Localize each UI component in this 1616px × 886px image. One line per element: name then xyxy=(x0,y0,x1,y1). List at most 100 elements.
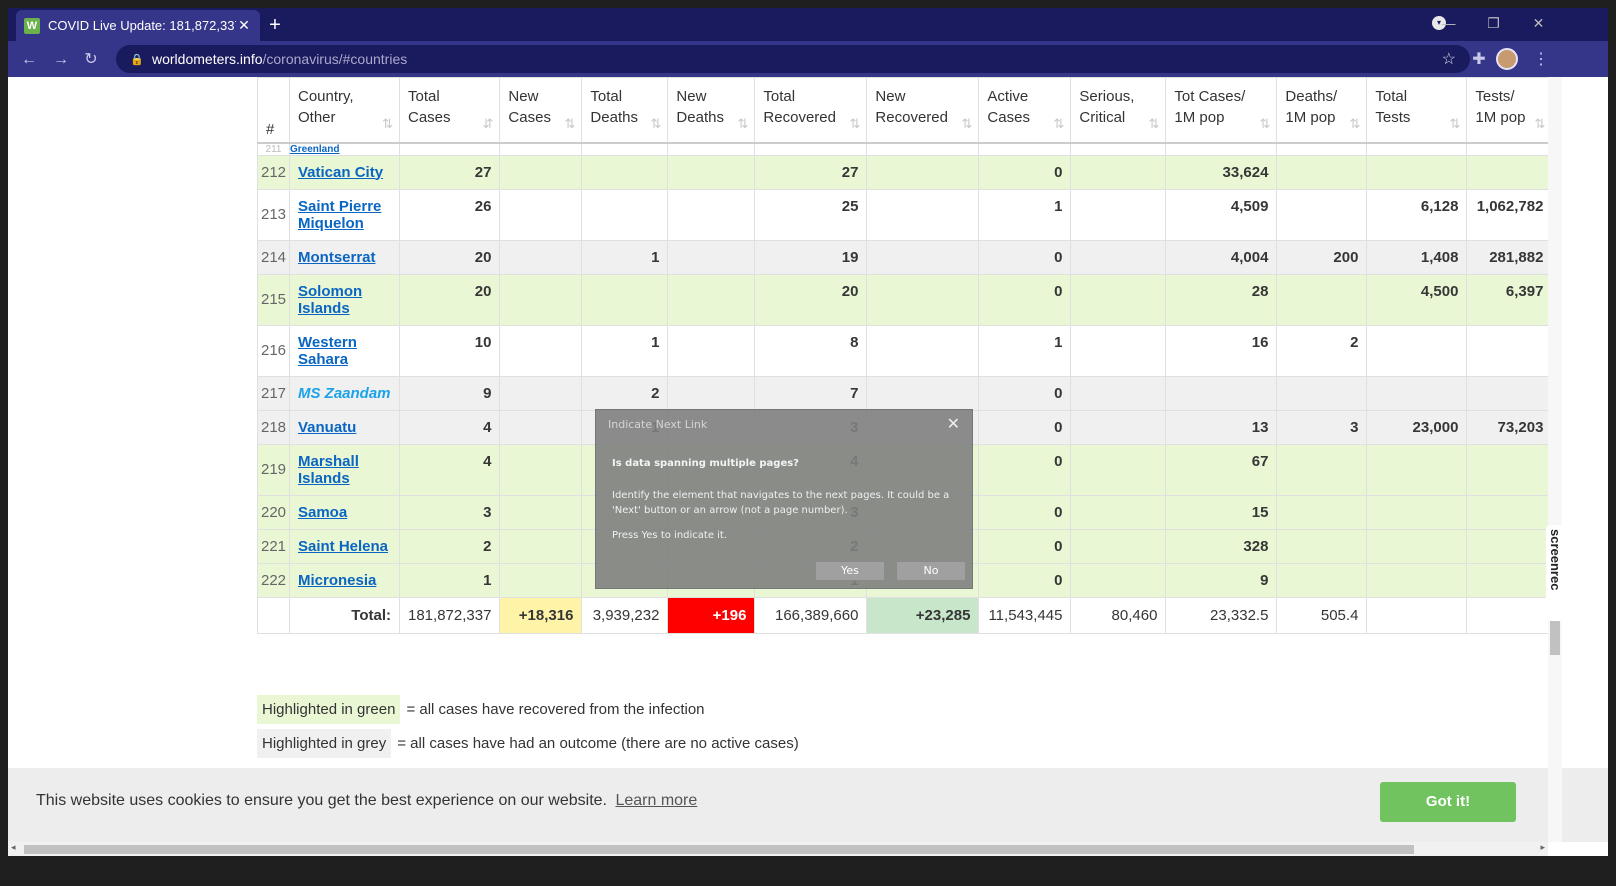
cell-active: 0 xyxy=(978,375,1072,411)
browser-toolbar: ← → ↻ 🔒 worldometers.info/coronavirus/#c… xyxy=(8,41,1608,77)
column-header[interactable]: # xyxy=(257,77,290,144)
country-link[interactable]: Vanuatu xyxy=(298,419,356,436)
country-link[interactable]: Micronesia xyxy=(298,572,376,589)
vertical-scrollbar[interactable] xyxy=(1548,77,1562,842)
sort-icon[interactable]: ⇅ xyxy=(1260,116,1271,132)
country-cell: MS Zaandam xyxy=(289,375,400,411)
cookie-text: This website uses cookies to ensure you … xyxy=(36,792,607,809)
column-header[interactable]: Total Tests ⇅ xyxy=(1366,77,1468,144)
cell-serious xyxy=(1070,324,1167,377)
sort-icon[interactable]: ⇅ xyxy=(565,116,576,132)
sort-icon[interactable]: ⇅ xyxy=(382,116,393,132)
column-header[interactable]: Serious, Critical ⇅ xyxy=(1070,77,1167,144)
country-link[interactable]: Greenland xyxy=(291,144,340,155)
column-header-line1: New xyxy=(875,88,906,105)
sort-icon[interactable]: ⇅ xyxy=(850,116,861,132)
sort-icon[interactable]: ⇅ xyxy=(1450,116,1461,132)
scroll-left-icon[interactable]: ◂ xyxy=(11,842,16,853)
country-link[interactable]: Vatican City xyxy=(298,164,383,181)
address-bar[interactable]: 🔒 worldometers.info/coronavirus/#countri… xyxy=(116,45,1470,73)
total-row: Total: 181,872,337 +18,316 3,939,232 +196 166… xyxy=(257,596,1553,634)
row-number: 211 xyxy=(257,142,290,156)
browser-window: W COVID Live Update: 181,872,337 ✕ + ▾ —… xyxy=(8,8,1608,886)
column-header-line1: Tests/ xyxy=(1475,88,1515,105)
column-header[interactable]: Deaths/1M pop ⇅ xyxy=(1276,77,1368,144)
cell-cases-per-m: 15 xyxy=(1165,494,1278,530)
vertical-scroll-thumb[interactable] xyxy=(1550,621,1560,655)
sort-icon[interactable]: ⇅ xyxy=(1054,116,1065,132)
learn-more-link[interactable]: Learn more xyxy=(615,792,697,809)
dialog-close-icon[interactable]: ✕ xyxy=(947,414,960,433)
cell-new-recovered xyxy=(866,239,980,275)
sort-icon[interactable]: ⇅ xyxy=(1535,116,1546,132)
country-link[interactable]: Saint Pierre Miquelon xyxy=(298,198,381,232)
reload-icon[interactable]: ↻ xyxy=(80,49,102,71)
no-button[interactable]: No xyxy=(896,561,966,581)
cell-total-tests xyxy=(1366,324,1468,377)
cell-total-recovered: 7 xyxy=(754,375,868,411)
cell-partial xyxy=(754,142,868,156)
cell-active: 0 xyxy=(978,562,1072,598)
restore-button[interactable]: ❐ xyxy=(1471,8,1516,39)
sort-icon[interactable]: ⇅ xyxy=(962,116,973,132)
horizontal-scrollbar[interactable]: ◂ ▸ xyxy=(8,842,1548,856)
cell-partial xyxy=(581,142,669,156)
cell-partial xyxy=(1366,142,1468,156)
country-link[interactable]: Samoa xyxy=(298,504,347,521)
forward-icon[interactable]: → xyxy=(50,49,72,71)
scroll-right-icon[interactable]: ▸ xyxy=(1540,842,1545,853)
screenrec-widget[interactable]: screenrec xyxy=(1546,525,1564,621)
cell-partial xyxy=(978,142,1072,156)
sort-icon[interactable]: ⇅ xyxy=(1149,116,1160,132)
cell-new-cases xyxy=(499,409,583,445)
column-header[interactable]: Active Cases ⇅ xyxy=(978,77,1072,144)
sort-icon[interactable]: ⇅ xyxy=(651,116,662,132)
cell-total-cases: 4 xyxy=(398,409,501,445)
cell-tests-per-m: 1,062,782 xyxy=(1466,188,1553,241)
close-window-button[interactable]: ✕ xyxy=(1516,8,1561,39)
cell-new-cases xyxy=(499,324,583,377)
cell-tests-per-m xyxy=(1466,154,1553,190)
total-new-cases: +18,316 xyxy=(499,596,583,634)
back-icon[interactable]: ← xyxy=(18,49,40,71)
close-tab-icon[interactable]: ✕ xyxy=(236,17,252,34)
country-link[interactable]: Saint Helena xyxy=(298,538,388,555)
column-header[interactable]: New Cases ⇅ xyxy=(499,77,583,144)
column-header[interactable]: Tests/1M pop ⇅ xyxy=(1466,77,1553,144)
got-it-button[interactable]: Got it! xyxy=(1380,782,1516,822)
cell-total-deaths: 1 xyxy=(581,324,669,377)
cell-total-cases: 3 xyxy=(398,494,501,530)
country-link[interactable]: Western Sahara xyxy=(298,334,357,368)
column-header[interactable]: New Recovered ⇅ xyxy=(866,77,980,144)
column-header[interactable]: Total Recovered ⇅ xyxy=(754,77,868,144)
cell-total-cases: 20 xyxy=(398,239,501,275)
column-header[interactable]: New Deaths ⇅ xyxy=(667,77,756,144)
cell-active: 0 xyxy=(978,409,1072,445)
profile-avatar[interactable] xyxy=(1496,48,1518,70)
country-link[interactable]: Montserrat xyxy=(298,249,376,266)
bookmark-star-icon[interactable]: ☆ xyxy=(1442,49,1456,69)
horizontal-scroll-thumb[interactable] xyxy=(24,845,1414,854)
menu-dots-icon[interactable]: ⋮ xyxy=(1530,49,1552,71)
browser-tab[interactable]: W COVID Live Update: 181,872,337 ✕ xyxy=(16,10,260,41)
cell-active: 0 xyxy=(978,239,1072,275)
column-header-line1: New xyxy=(676,88,707,105)
column-header[interactable]: Tot Cases/1M pop ⇅ xyxy=(1165,77,1278,144)
sort-icon[interactable]: ⇅ xyxy=(738,116,749,132)
column-header-line1: Tot Cases/ xyxy=(1174,88,1246,105)
column-header[interactable]: Total Deaths ⇅ xyxy=(581,77,669,144)
country-link[interactable]: MS Zaandam xyxy=(298,385,391,402)
column-header[interactable]: Total Cases ⇵ xyxy=(398,77,501,144)
sort-icon[interactable]: ⇵ xyxy=(483,116,494,132)
country-link[interactable]: Marshall Islands xyxy=(298,453,359,487)
country-link[interactable]: Solomon Islands xyxy=(298,283,362,317)
yes-button[interactable]: Yes xyxy=(815,561,885,581)
cell-total-deaths xyxy=(581,154,669,190)
legend-grey-text: = all cases have had an outcome (there a… xyxy=(397,735,799,752)
cell-partial xyxy=(866,142,980,156)
extensions-icon[interactable]: ✚ xyxy=(1468,49,1490,71)
column-header[interactable]: Country, Other ⇅ xyxy=(289,77,400,144)
minimize-button[interactable]: — xyxy=(1426,8,1471,39)
new-tab-button[interactable]: + xyxy=(262,12,288,38)
sort-icon[interactable]: ⇅ xyxy=(1350,116,1361,132)
